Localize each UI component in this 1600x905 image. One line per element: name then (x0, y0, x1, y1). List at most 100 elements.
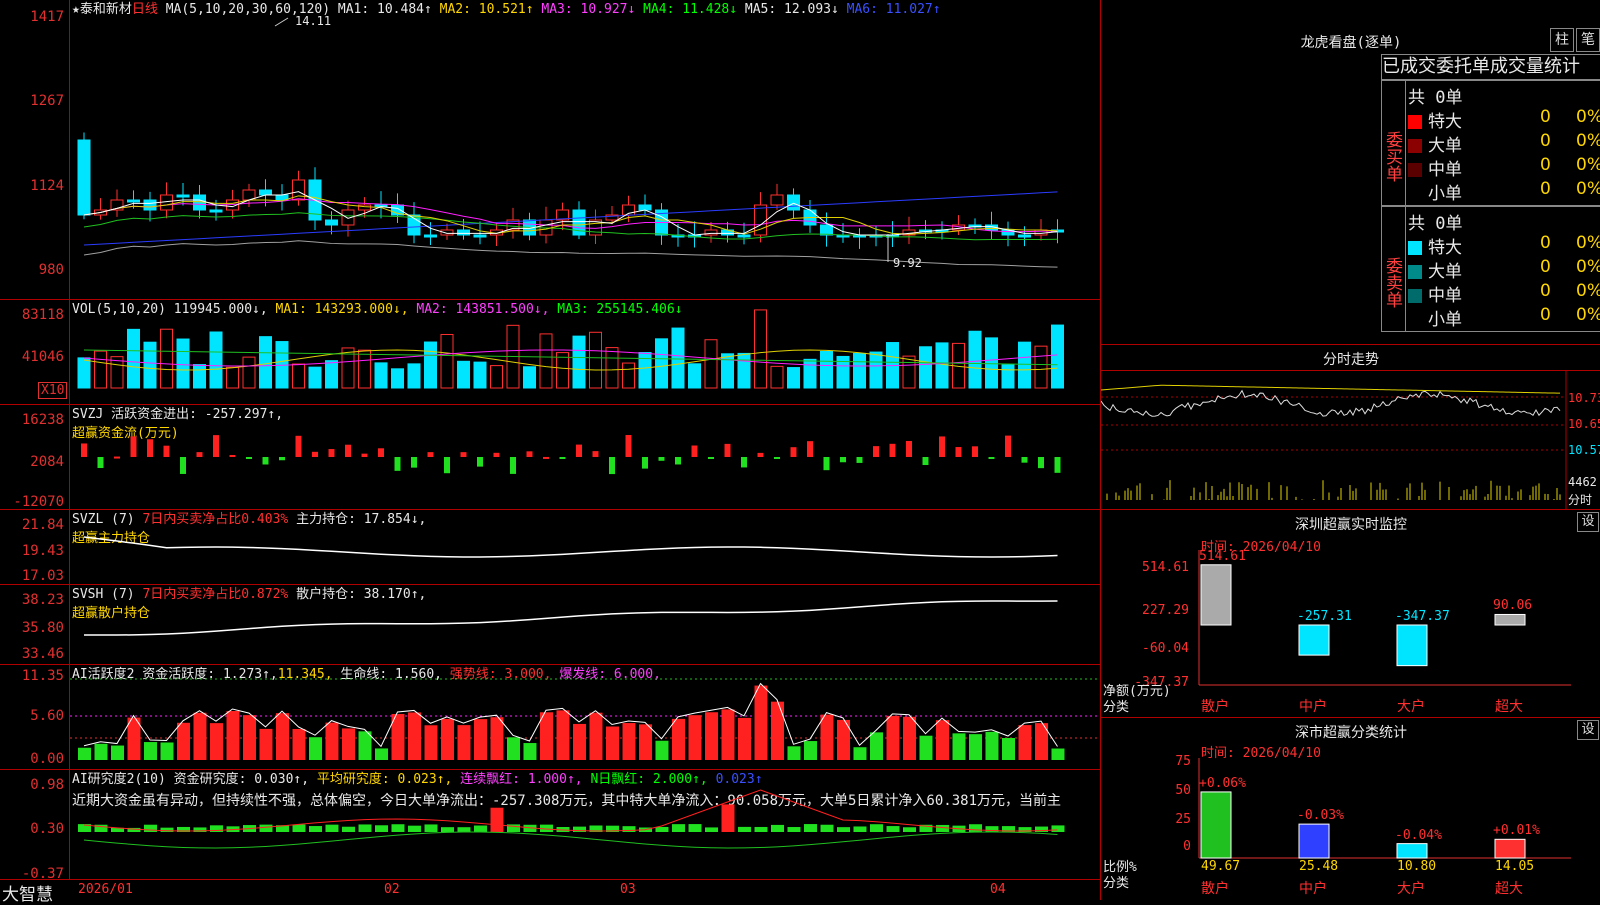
tab-traded[interactable]: 已成交 (1382, 56, 1436, 77)
volume-bar (1051, 324, 1064, 389)
volume-bar (572, 335, 586, 389)
activity-bar (342, 728, 355, 760)
research-bar (672, 824, 685, 832)
research-bar (1051, 825, 1065, 832)
activity-bar (820, 714, 834, 760)
activity-bar (573, 723, 586, 760)
ai1-chart (70, 678, 1100, 760)
tab-volume[interactable]: 成交量 (1490, 56, 1544, 77)
category-label: 超大 (1495, 881, 1523, 897)
tick-mode-button[interactable]: 笔 (1576, 28, 1600, 52)
bar-value-label: 10.80 (1397, 859, 1437, 874)
volume-bar (391, 368, 404, 389)
intraday-vol-tick: 4462 (1568, 475, 1597, 489)
flow-bar (790, 447, 797, 457)
volume-bar (424, 341, 437, 389)
order-count: 0 (1540, 107, 1551, 127)
tab-stats[interactable]: 统计 (1544, 56, 1580, 77)
order-class: 特大 (1428, 238, 1462, 258)
candle (77, 139, 91, 216)
kline-pane[interactable]: 1417 1267 1124 980 ★泰和新材日线 MA(5,10,20,30… (0, 0, 1100, 300)
svsh-chart (83, 600, 1058, 636)
flow-bar (939, 436, 945, 457)
order-pct: 0% (1576, 281, 1600, 301)
buy-orders-box: 委买单 共 0单 特大 0 0% 大单 0 0% 中单 0 0% 小单 0 0% (1381, 80, 1600, 206)
activity-bar (408, 712, 421, 760)
svsh-pane[interactable]: 38.23 35.80 33.46 SVSH (7) 7日内买卖净占比0.872… (0, 585, 1100, 665)
order-color-swatch (1408, 139, 1422, 153)
activity-bar (688, 715, 702, 760)
research-bar (721, 804, 735, 832)
activity-bar (309, 737, 322, 760)
svzj-pane[interactable]: 16238 2084 -12070 SVZJ 活跃资金进出: -257.297↑… (0, 405, 1100, 510)
order-row: 中单 0 0% (1408, 155, 1600, 180)
date-label: 04 (990, 882, 1006, 897)
research-bar (787, 827, 801, 832)
research-bar (936, 824, 949, 832)
ai-research-pane[interactable]: 0.98 0.30 -0.37 AI研究度2(10) 资金研究度: 0.030↑… (0, 770, 1100, 881)
bar-value-label: +0.01% (1493, 823, 1540, 839)
activity-bar (441, 718, 454, 760)
activity-bar (754, 685, 768, 760)
category-bar (1200, 564, 1232, 626)
activity-bar (721, 709, 735, 760)
volume-bar (292, 363, 305, 389)
activity-bar (639, 724, 652, 760)
high-pointer (274, 17, 289, 27)
activity-bar (1002, 738, 1015, 760)
order-color-swatch (1408, 163, 1422, 177)
tab-orders[interactable]: 委托单 (1436, 56, 1490, 77)
order-count: 0 (1540, 257, 1551, 277)
volume-bar (1018, 341, 1031, 389)
activity-bar (424, 725, 438, 760)
volume-bar (655, 338, 668, 389)
research-bar (969, 824, 982, 832)
date-label: 02 (384, 882, 400, 897)
bar-mode-button[interactable]: 柱 (1550, 28, 1574, 52)
flow-bar (988, 457, 995, 459)
ai2-chart (78, 789, 1065, 849)
research-bar (424, 824, 438, 832)
research-bar (903, 827, 916, 832)
flow-bar (295, 435, 302, 457)
flow-bar (873, 446, 879, 457)
bar-value-label: 25.48 (1299, 859, 1339, 874)
research-bar (771, 824, 784, 832)
longhu-title: 龙虎看盘(逐单) (1300, 35, 1402, 51)
activity-bar (358, 731, 372, 760)
activity-bar (144, 742, 157, 760)
activity-bar (292, 728, 306, 760)
volume-bar (556, 352, 569, 389)
activity-bar (193, 712, 207, 760)
activity-bar (655, 740, 669, 760)
bar-value-label: 514.61 (1199, 548, 1246, 564)
flow-bar (180, 457, 186, 474)
flow-bar (757, 452, 764, 457)
flow-bar (526, 451, 533, 457)
research-bar (342, 826, 355, 832)
order-color-swatch (1408, 187, 1422, 201)
flow-bar (807, 441, 813, 457)
candle (457, 229, 470, 236)
order-pct: 0% (1576, 155, 1600, 175)
flow-bar (477, 457, 483, 467)
date-label: 2026/01 (78, 882, 133, 897)
order-class: 小单 (1428, 310, 1462, 330)
flow-bar (81, 443, 87, 457)
candle (770, 194, 784, 206)
intraday-panel[interactable]: 分时走势 10.73 10.65 10.57 4462 分时 (1100, 345, 1600, 510)
intraday-price-tick: 10.57 (1568, 443, 1600, 457)
activity-bar (903, 716, 916, 760)
candle (1018, 234, 1031, 238)
activity-bar (325, 722, 339, 760)
ai-activity-pane[interactable]: 11.35 5.60 0.00 AI活跃度2 资金活跃度: 1.273↑,11.… (0, 665, 1100, 770)
volume-pane[interactable]: 83118 41046 X10 VOL(5,10,20) 119945.000↓… (0, 300, 1100, 405)
flow-bar (955, 447, 962, 457)
longhu-panel: 龙虎看盘(逐单) 柱 笔 已成交委托单成交量统计 委买单 共 0单 特大00%大… (1100, 0, 1600, 345)
flow-bar (972, 446, 978, 457)
flow-bar (312, 451, 318, 457)
flow-bar (625, 435, 632, 457)
flow-bar (378, 448, 384, 457)
research-bar (490, 807, 504, 832)
svzl-pane[interactable]: 21.84 19.43 17.03 SVZL (7) 7日内买卖净占比0.403… (0, 510, 1100, 585)
